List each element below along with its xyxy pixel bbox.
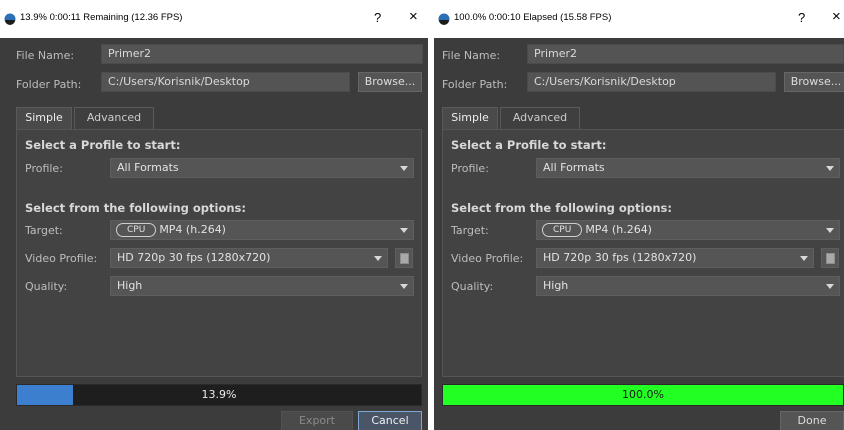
browse-button[interactable]: Browse...: [358, 72, 422, 92]
simple-tab-panel: Select a Profile to start: Profile: All …: [16, 129, 422, 377]
target-select[interactable]: CPU MP4 (h.264): [110, 220, 414, 240]
profile-select[interactable]: All Formats: [110, 158, 414, 178]
chevron-down-icon: [400, 284, 408, 289]
folder-path-input[interactable]: C:/Users/Korisnik/Desktop: [527, 72, 776, 92]
folder-path-input[interactable]: C:/Users/Korisnik/Desktop: [101, 72, 350, 92]
browse-button[interactable]: Browse...: [784, 72, 844, 92]
profile-label: Profile:: [451, 162, 489, 175]
video-profile-select-value: HD 720p 30 fps (1280x720): [543, 251, 697, 264]
chevron-down-icon: [400, 228, 408, 233]
video-profile-label: Video Profile:: [451, 252, 524, 265]
save-profile-button[interactable]: [821, 248, 839, 268]
chevron-down-icon: [826, 228, 834, 233]
folder-path-label: Folder Path:: [442, 78, 508, 91]
tab-bar: Simple Advanced: [16, 107, 216, 130]
window-title: 100.0% 0:00:10 Elapsed (15.58 FPS): [454, 12, 612, 23]
export-progress-bar: 13.9%: [16, 384, 422, 406]
video-profile-select[interactable]: HD 720p 30 fps (1280x720): [110, 248, 388, 268]
export-dialog-complete: 100.0% 0:00:10 Elapsed (15.58 FPS) ? × F…: [434, 0, 844, 430]
quality-select-value: High: [543, 279, 569, 292]
options-section-heading: Select from the following options:: [25, 201, 246, 215]
save-profile-button[interactable]: [395, 248, 413, 268]
quality-label: Quality:: [25, 280, 68, 293]
help-button[interactable]: ?: [374, 10, 381, 25]
profile-label: Profile:: [25, 162, 63, 175]
file-name-input[interactable]: Primer2: [101, 44, 423, 64]
chevron-down-icon: [826, 166, 834, 171]
help-button[interactable]: ?: [798, 10, 805, 25]
chevron-down-icon: [800, 256, 808, 261]
close-button[interactable]: ×: [832, 8, 841, 25]
file-name-input[interactable]: Primer2: [527, 44, 844, 64]
tab-advanced[interactable]: Advanced: [74, 107, 154, 129]
progress-text: 13.9%: [201, 388, 237, 401]
file-name-label: File Name:: [16, 49, 75, 62]
quality-select[interactable]: High: [110, 276, 414, 296]
cpu-badge: CPU: [542, 223, 583, 237]
target-select-value: MP4 (h.264): [585, 223, 652, 236]
title-bar: 13.9% 0:00:11 Remaining (12.36 FPS) ? ×: [0, 0, 428, 38]
export-progress-bar: 100.0%: [442, 384, 844, 406]
save-icon: [826, 253, 835, 264]
quality-select-value: High: [117, 279, 143, 292]
export-dialog-in-progress: 13.9% 0:00:11 Remaining (12.36 FPS) ? × …: [0, 0, 428, 430]
save-icon: [400, 253, 409, 264]
video-profile-select[interactable]: HD 720p 30 fps (1280x720): [536, 248, 814, 268]
profile-section-heading: Select a Profile to start:: [451, 138, 607, 152]
profile-select[interactable]: All Formats: [536, 158, 840, 178]
tab-simple[interactable]: Simple: [16, 107, 72, 130]
file-name-label: File Name:: [442, 49, 501, 62]
tab-simple[interactable]: Simple: [442, 107, 498, 130]
quality-label: Quality:: [451, 280, 494, 293]
target-select-value: MP4 (h.264): [159, 223, 226, 236]
simple-tab-panel: Select a Profile to start: Profile: All …: [442, 129, 844, 377]
options-section-heading: Select from the following options:: [451, 201, 672, 215]
progress-text: 100.0%: [622, 388, 664, 401]
target-label: Target:: [451, 224, 489, 237]
profile-select-value: All Formats: [117, 161, 179, 174]
chevron-down-icon: [826, 284, 834, 289]
title-bar: 100.0% 0:00:10 Elapsed (15.58 FPS) ? ×: [434, 0, 844, 38]
quality-select[interactable]: High: [536, 276, 840, 296]
done-button[interactable]: Done: [780, 411, 844, 430]
cancel-button[interactable]: Cancel: [358, 411, 422, 430]
close-button[interactable]: ×: [409, 8, 418, 25]
window-title: 13.9% 0:00:11 Remaining (12.36 FPS): [20, 12, 183, 23]
video-profile-label: Video Profile:: [25, 252, 98, 265]
profile-select-value: All Formats: [543, 161, 605, 174]
video-profile-select-value: HD 720p 30 fps (1280x720): [117, 251, 271, 264]
chevron-down-icon: [374, 256, 382, 261]
chevron-down-icon: [400, 166, 408, 171]
export-video-button[interactable]: Export Video: [281, 411, 353, 430]
profile-section-heading: Select a Profile to start:: [25, 138, 181, 152]
target-select[interactable]: CPU MP4 (h.264): [536, 220, 840, 240]
openshot-app-icon: [4, 13, 16, 25]
openshot-app-icon: [438, 13, 450, 25]
tab-advanced[interactable]: Advanced: [500, 107, 580, 129]
tab-bar: Simple Advanced: [442, 107, 642, 130]
target-label: Target:: [25, 224, 63, 237]
cpu-badge: CPU: [116, 223, 157, 237]
folder-path-label: Folder Path:: [16, 78, 82, 91]
